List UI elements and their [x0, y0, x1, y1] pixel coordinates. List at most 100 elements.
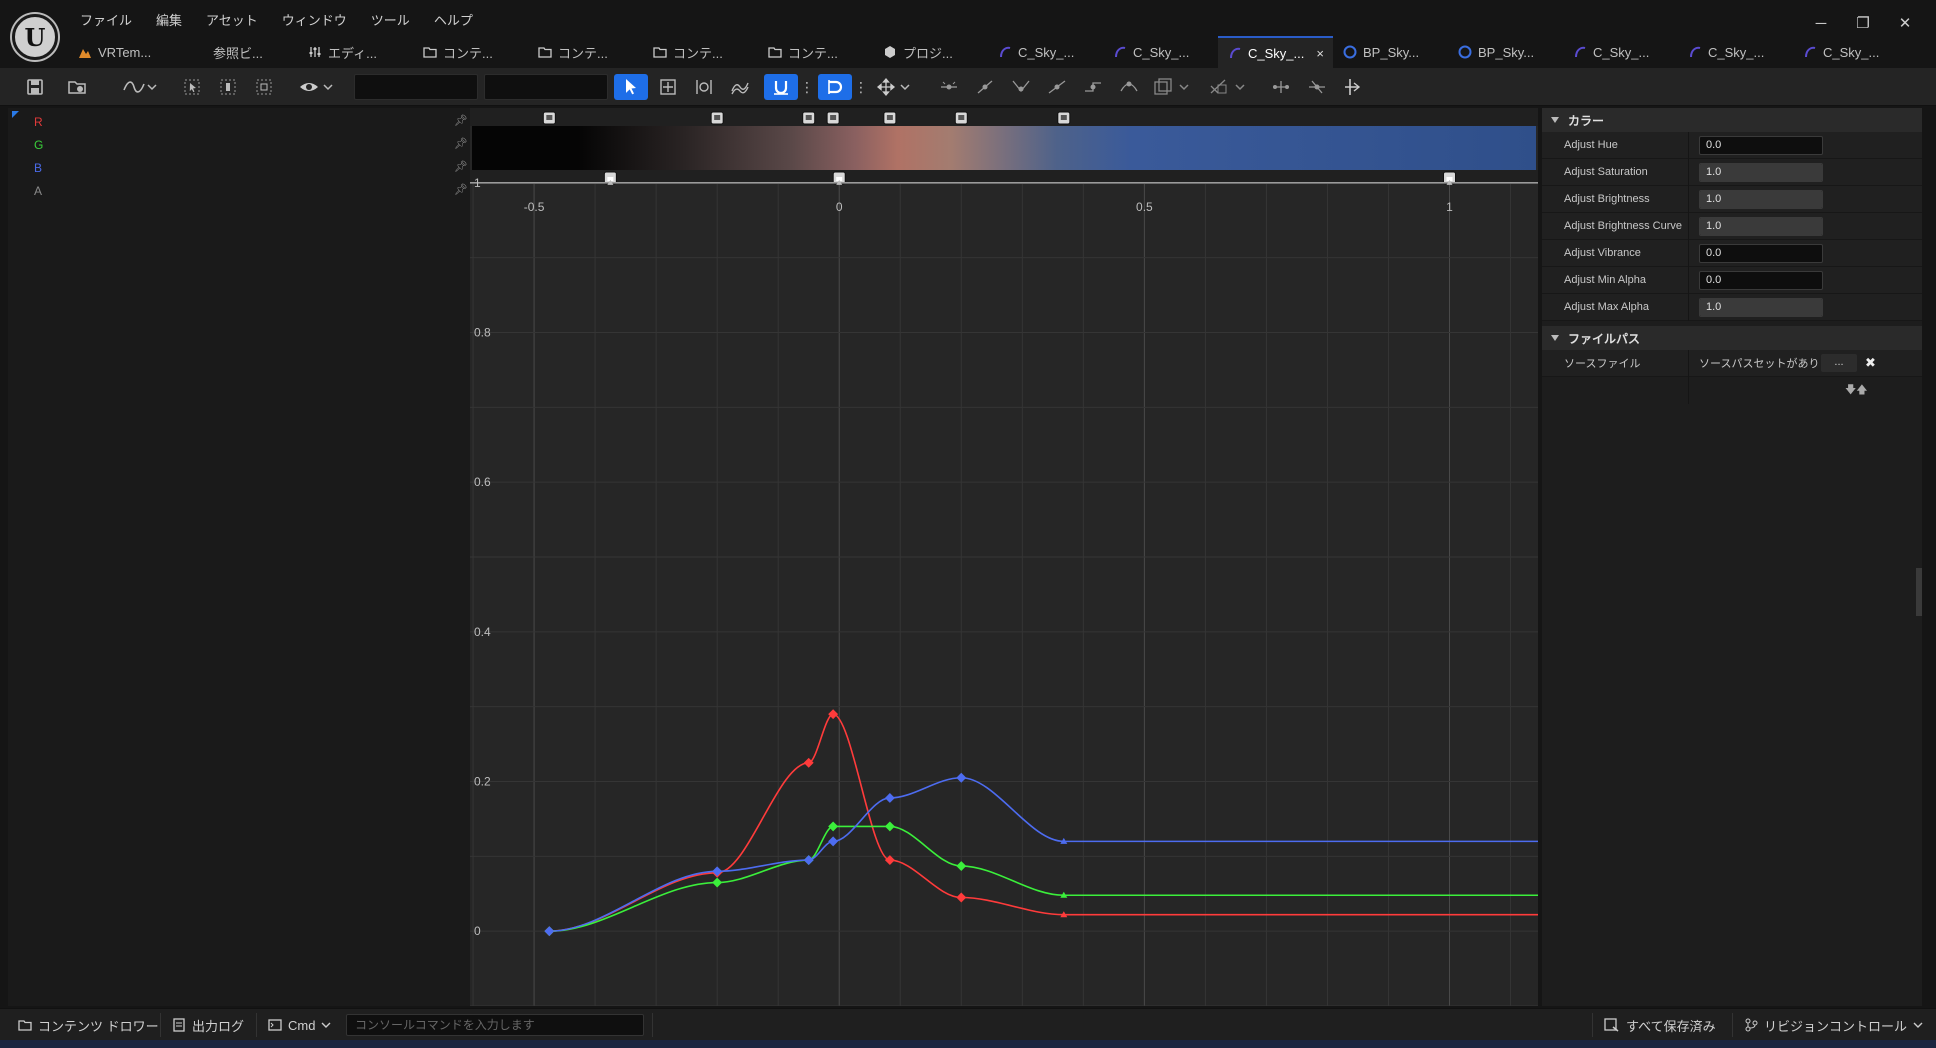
curve-key-r[interactable]	[956, 892, 967, 903]
frame-all-icon[interactable]	[252, 74, 276, 100]
color-gradient-bar[interactable]	[470, 108, 1538, 185]
color-section-header[interactable]: カラー	[1542, 108, 1922, 132]
pin-icon[interactable]: 📌︎	[454, 137, 468, 150]
multi-scale-tool-icon[interactable]	[726, 74, 754, 100]
curve-view-dropdown-icon[interactable]	[120, 74, 160, 100]
snap-value-icon[interactable]	[818, 74, 852, 100]
document-tab[interactable]: C_Sky_...	[1103, 36, 1218, 68]
curve-key-g[interactable]	[828, 821, 839, 832]
linear-tangents-icon[interactable]	[1044, 74, 1070, 100]
constant-tangents-icon[interactable]	[1080, 74, 1106, 100]
visibility-eye-icon[interactable]	[296, 74, 336, 100]
restore-icon[interactable]: ❐	[1842, 12, 1884, 36]
curve-key-g[interactable]	[712, 877, 723, 888]
channel-a[interactable]: A	[34, 184, 42, 198]
curve-key-g[interactable]	[956, 861, 967, 872]
retime-tool-icon[interactable]	[690, 74, 718, 100]
menu-item[interactable]: ヘルプ	[422, 10, 485, 32]
property-value-slider[interactable]: 1.0	[1699, 162, 1823, 182]
property-value-slider[interactable]: 0.0	[1699, 270, 1823, 290]
document-tab[interactable]: C_Sky_...	[988, 36, 1103, 68]
document-tab[interactable]: BP_Sky...	[1333, 36, 1448, 68]
output-log-button[interactable]: 出力ログ	[172, 1009, 244, 1041]
revision-control-dropdown[interactable]: リビジョンコントロール	[1744, 1009, 1923, 1041]
document-tab[interactable]: コンテ...	[643, 36, 758, 68]
minimize-icon[interactable]: ─	[1800, 12, 1842, 36]
color-key-swatch	[830, 115, 837, 120]
weighted-tangents-icon[interactable]	[1116, 74, 1142, 100]
browse-asset-icon[interactable]	[64, 74, 90, 100]
channel-b[interactable]: B	[34, 161, 42, 175]
select-tool-icon[interactable]	[614, 74, 648, 100]
reimport-arrows-icon[interactable]: 🡇🡅	[1845, 381, 1868, 400]
color-section-title: カラー	[1568, 113, 1605, 128]
menu-item[interactable]: アセット	[194, 10, 270, 32]
document-tab[interactable]: C_Sky_... ×	[1218, 36, 1333, 68]
close-window-icon[interactable]: ✕	[1884, 12, 1926, 36]
property-value-slider[interactable]: 1.0	[1699, 297, 1823, 317]
curve-graph-area[interactable]: -0.5 0 0.5 1 0 0.2 0.4 0.6 0.8 1	[470, 108, 1538, 1006]
pin-icon[interactable]: 📌︎	[454, 114, 468, 127]
tween-dropdown-icon[interactable]	[1206, 74, 1250, 100]
flatten-tangents-icon[interactable]	[936, 74, 962, 100]
document-tab[interactable]: コンテ...	[413, 36, 528, 68]
curve-r[interactable]	[549, 713, 1538, 932]
curve-key-b[interactable]	[828, 836, 839, 847]
file-path-section-header[interactable]: ファイルパス	[1542, 326, 1922, 350]
value-input-field[interactable]	[484, 74, 608, 100]
curve-b[interactable]	[549, 776, 1538, 932]
smart-snap-icon[interactable]	[1304, 74, 1330, 100]
document-tab[interactable]: 参照ビ...	[183, 36, 298, 68]
pin-icon[interactable]: 📌︎	[454, 160, 468, 173]
browse-file-button[interactable]: ...	[1821, 354, 1857, 372]
document-tab[interactable]: VRTem...	[68, 36, 183, 68]
document-tab[interactable]: C_Sky_...	[1678, 36, 1793, 68]
channel-g[interactable]: G	[34, 138, 43, 152]
unreal-logo-icon[interactable]: U	[12, 14, 58, 60]
menu-item[interactable]: ファイル	[68, 10, 144, 32]
tangent-bar-icon[interactable]	[1268, 74, 1294, 100]
property-value-slider[interactable]: 1.0	[1699, 216, 1823, 236]
property-value-slider[interactable]: 0.0	[1699, 135, 1823, 155]
transform-tool-icon[interactable]	[654, 74, 682, 100]
document-tab[interactable]: コンテ...	[528, 36, 643, 68]
document-tab[interactable]: エディ...	[298, 36, 413, 68]
save-icon[interactable]	[22, 74, 48, 100]
menu-item[interactable]: 編集	[144, 10, 194, 32]
curve-keys[interactable]	[544, 179, 1453, 937]
snap-time-icon[interactable]	[764, 74, 798, 100]
save-all-button[interactable]: すべて保存済み	[1604, 1009, 1716, 1041]
auto-tangents-icon[interactable]	[1008, 74, 1034, 100]
key-reduce-icon[interactable]	[1340, 74, 1366, 100]
console-command-input[interactable]: コンソールコマンドを入力します	[346, 1014, 644, 1036]
content-drawer-button[interactable]: コンテンツ ドロワー	[18, 1009, 159, 1041]
property-value-slider[interactable]: 0.0	[1699, 243, 1823, 263]
menu-item[interactable]: ウィンドウ	[270, 10, 359, 32]
curve-graph-svg[interactable]: -0.5 0 0.5 1 0 0.2 0.4 0.6 0.8 1	[470, 108, 1538, 1006]
pin-icon[interactable]: 📌︎	[454, 183, 468, 196]
curve-key-b[interactable]	[884, 793, 895, 803]
document-tab[interactable]: プロジ...	[873, 36, 988, 68]
curve-key-b[interactable]	[712, 866, 723, 877]
select-frame-icon[interactable]	[180, 74, 204, 100]
curve-key-b[interactable]	[544, 926, 555, 937]
document-tab[interactable]: C_Sky_...	[1793, 36, 1908, 68]
cmd-dropdown[interactable]: Cmd	[268, 1009, 331, 1041]
curve-key-g[interactable]	[884, 821, 895, 832]
menu-item[interactable]: ツール	[359, 10, 422, 32]
document-tab[interactable]: C_Sky_...	[1563, 36, 1678, 68]
channel-r[interactable]: R	[34, 115, 43, 129]
details-scrollbar[interactable]	[1916, 568, 1922, 616]
frame-selection-icon[interactable]	[216, 74, 240, 100]
document-tab[interactable]: BP_Sky...	[1448, 36, 1563, 68]
document-tab[interactable]: コンテ...	[758, 36, 873, 68]
axis-snap-dropdown-icon[interactable]	[874, 74, 914, 100]
property-value-slider[interactable]: 1.0	[1699, 189, 1823, 209]
curve-filter-dropdown-icon[interactable]	[1150, 74, 1194, 100]
straighten-tangents-icon[interactable]	[972, 74, 998, 100]
snap-time-options-icon[interactable]: ⋮	[800, 74, 814, 100]
time-input-field[interactable]	[354, 74, 478, 100]
clear-path-icon[interactable]: ✖	[1865, 355, 1876, 371]
tab-close-icon[interactable]: ×	[1316, 46, 1324, 61]
snap-value-options-icon[interactable]: ⋮	[854, 74, 868, 100]
